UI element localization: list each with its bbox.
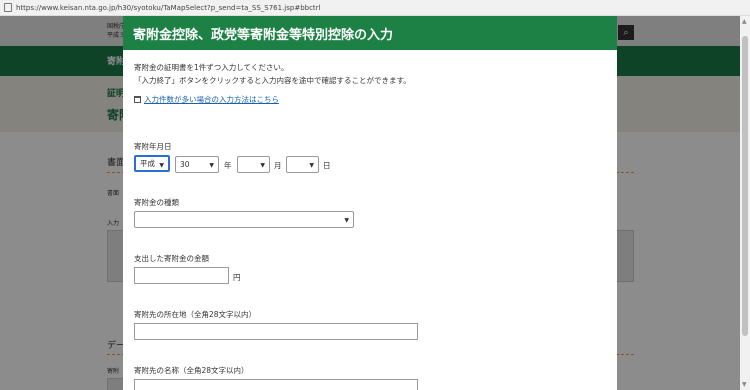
chevron-down-icon: ▼ — [260, 162, 265, 169]
month-select[interactable]: ▼ — [237, 156, 270, 173]
dialog-title: 寄附金控除、政党等寄附金等特別控除の入力 — [133, 27, 394, 43]
scroll-down-icon[interactable]: ▼ — [742, 381, 747, 388]
era-select[interactable]: 平成 ▼ — [134, 155, 170, 172]
scroll-up-icon[interactable]: ▲ — [742, 18, 747, 25]
scrollbar-thumb[interactable] — [742, 36, 748, 336]
day-unit: 日 — [323, 161, 331, 170]
year-value: 30 — [180, 160, 190, 169]
url-text[interactable]: https://www.keisan.nta.go.jp/h30/syotoku… — [16, 4, 321, 12]
address-input[interactable] — [134, 323, 418, 340]
year-unit: 年 — [224, 161, 232, 170]
scrollbar[interactable]: ▲ ▼ — [740, 16, 750, 390]
chevron-down-icon: ▼ — [309, 162, 314, 169]
name-label: 寄附先の名称（全角28文字以内） — [134, 366, 249, 375]
donation-type-select[interactable]: ▼ — [134, 211, 354, 228]
donation-input-dialog: 寄附金控除、政党等寄附金等特別控除の入力 寄附金の証明書を1件ずつ入力してくださ… — [123, 16, 617, 390]
amount-unit: 円 — [233, 273, 241, 282]
chevron-down-icon: ▼ — [344, 217, 349, 224]
type-label: 寄附金の種類 — [134, 198, 179, 207]
month-unit: 月 — [274, 161, 282, 170]
browser-address-bar[interactable]: https://www.keisan.nta.go.jp/h30/syotoku… — [0, 0, 750, 16]
intro-line-2: 「入力終了」ボタンをクリックすると入力内容を途中で確認することができます。 — [134, 76, 411, 85]
day-select[interactable]: ▼ — [286, 156, 319, 173]
era-value: 平成 — [140, 159, 155, 168]
many-entries-link[interactable]: 入力件数が多い場合の入力方法はこちら — [144, 95, 279, 104]
year-select[interactable]: 30 ▼ — [175, 156, 219, 173]
chevron-down-icon: ▼ — [209, 162, 214, 169]
dialog-header: 寄附金控除、政党等寄附金等特別控除の入力 — [123, 16, 617, 50]
amount-label: 支出した寄附金の金額 — [134, 254, 209, 263]
date-label: 寄附年月日 — [134, 142, 172, 151]
address-label: 寄附先の所在地（全角28文字以内） — [134, 310, 257, 319]
amount-input[interactable] — [134, 267, 229, 284]
recipient-name-input[interactable] — [134, 379, 418, 390]
lock-icon — [4, 3, 12, 12]
new-window-icon — [134, 96, 141, 103]
many-entries-link-row[interactable]: 入力件数が多い場合の入力方法はこちら — [134, 94, 279, 105]
chevron-down-icon: ▼ — [159, 162, 164, 169]
intro-line-1: 寄附金の証明書を1件ずつ入力してください。 — [134, 63, 289, 72]
